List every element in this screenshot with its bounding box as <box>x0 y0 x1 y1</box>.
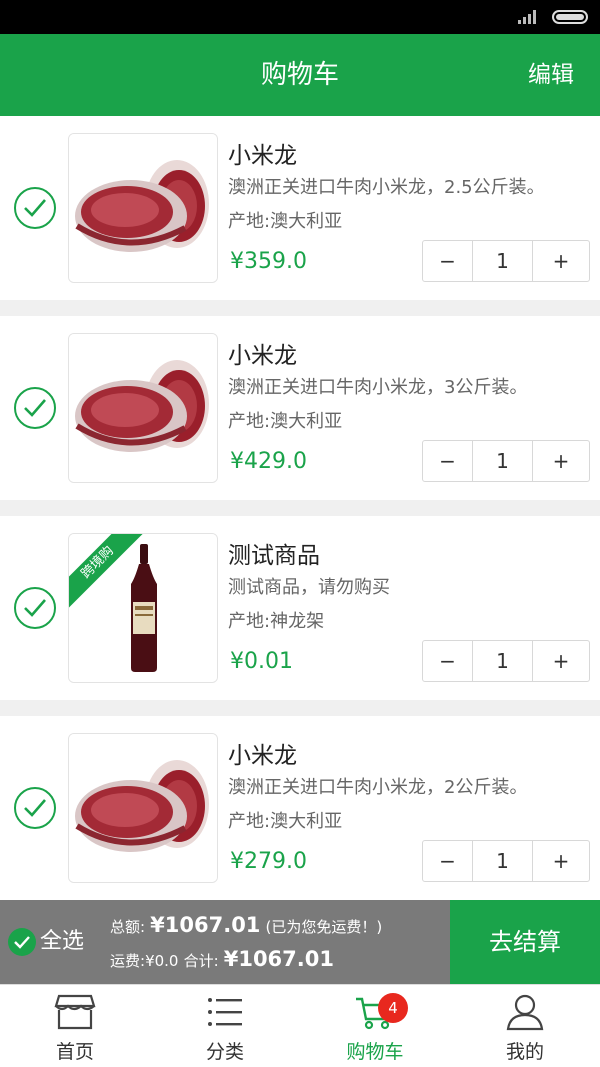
product-image-beef[interactable] <box>68 733 218 883</box>
product-name: 小米龙 <box>228 143 297 169</box>
signal-icon <box>518 10 540 24</box>
quantity-value[interactable]: 1 <box>473 641 533 681</box>
item-checkbox[interactable] <box>14 187 56 229</box>
product-image-beef[interactable] <box>68 133 218 283</box>
tab-category[interactable]: 分类 <box>150 985 300 1067</box>
quantity-stepper: − 1 + <box>422 840 590 882</box>
cart-item: 小米龙 澳洲正关进口牛肉小米龙，2公斤装。 产地:澳大利亚 ¥279.0 − 1… <box>0 716 600 900</box>
product-image-wine[interactable]: 跨境购 <box>68 533 218 683</box>
store-icon <box>54 993 96 1031</box>
tab-cart[interactable]: 4 购物车 <box>300 985 450 1067</box>
page-title: 购物车 <box>260 60 339 90</box>
battery-icon <box>552 10 588 24</box>
increase-button[interactable]: + <box>533 641 589 681</box>
checkout-button[interactable]: 去结算 <box>450 900 600 984</box>
shipping-label: 运费: <box>110 952 146 970</box>
product-name: 小米龙 <box>228 343 297 369</box>
total-value: ¥1067.01 <box>150 913 261 937</box>
select-all-checkbox[interactable]: 全选 <box>8 926 98 958</box>
quantity-value[interactable]: 1 <box>473 841 533 881</box>
product-origin: 产地:澳大利亚 <box>228 411 343 432</box>
sum-value: ¥1067.01 <box>223 947 334 971</box>
item-checkbox[interactable] <box>14 387 56 429</box>
cart-item: 跨境购 测试商品 测试商品，请勿购买 产地:神龙架 ¥0.01 − 1 + <box>0 516 600 700</box>
increase-button[interactable]: + <box>533 841 589 881</box>
increase-button[interactable]: + <box>533 441 589 481</box>
product-description: 测试商品，请勿购买 <box>228 577 390 598</box>
bottom-tab-bar: 首页 分类 4 购物车 我的 <box>0 984 600 1067</box>
edit-button[interactable]: 编辑 <box>528 34 574 116</box>
quantity-value[interactable]: 1 <box>473 441 533 481</box>
product-description: 澳洲正关进口牛肉小米龙，2公斤装。 <box>228 777 528 798</box>
cart-item: 小米龙 澳洲正关进口牛肉小米龙，3公斤装。 产地:澳大利亚 ¥429.0 − 1… <box>0 316 600 500</box>
product-description: 澳洲正关进口牛肉小米龙，3公斤装。 <box>228 377 528 398</box>
quantity-stepper: − 1 + <box>422 640 590 682</box>
cart-item: 小米龙 澳洲正关进口牛肉小米龙，2.5公斤装。 产地:澳大利亚 ¥359.0 −… <box>0 116 600 300</box>
product-origin: 产地:澳大利亚 <box>228 211 343 232</box>
item-checkbox[interactable] <box>14 787 56 829</box>
total-label: 总额: <box>110 918 146 936</box>
product-description: 澳洲正关进口牛肉小米龙，2.5公斤装。 <box>228 177 545 198</box>
product-origin: 产地:神龙架 <box>228 611 325 632</box>
product-price: ¥279.0 <box>230 849 307 874</box>
check-icon <box>8 928 36 956</box>
tab-profile[interactable]: 我的 <box>450 985 600 1067</box>
tab-label: 分类 <box>205 1041 244 1063</box>
order-totals: 总额: ¥1067.01 (已为您免运费！) 运费:¥0.0 合计: ¥1067… <box>110 910 446 976</box>
user-icon <box>504 993 546 1031</box>
product-price: ¥429.0 <box>230 449 307 474</box>
tab-label: 购物车 <box>346 1041 404 1063</box>
decrease-button[interactable]: − <box>423 641 473 681</box>
decrease-button[interactable]: − <box>423 241 473 281</box>
quantity-value[interactable]: 1 <box>473 241 533 281</box>
tab-label: 我的 <box>505 1041 544 1063</box>
tab-home[interactable]: 首页 <box>0 985 150 1067</box>
product-name: 测试商品 <box>228 543 320 569</box>
decrease-button[interactable]: − <box>423 841 473 881</box>
free-shipping-note: (已为您免运费！) <box>265 918 383 936</box>
item-checkbox[interactable] <box>14 587 56 629</box>
product-name: 小米龙 <box>228 743 297 769</box>
shipping-value: ¥0.0 <box>145 952 179 970</box>
cart-count-badge: 4 <box>378 993 408 1023</box>
quantity-stepper: − 1 + <box>422 240 590 282</box>
product-price: ¥359.0 <box>230 249 307 274</box>
app-header: 购物车 编辑 <box>0 34 600 116</box>
select-all-label: 全选 <box>40 929 85 954</box>
cart-list: 小米龙 澳洲正关进口牛肉小米龙，2.5公斤装。 产地:澳大利亚 ¥359.0 −… <box>0 116 600 900</box>
quantity-stepper: − 1 + <box>422 440 590 482</box>
decrease-button[interactable]: − <box>423 441 473 481</box>
product-origin: 产地:澳大利亚 <box>228 811 343 832</box>
product-image-beef[interactable] <box>68 333 218 483</box>
sum-label: 合计: <box>183 952 219 970</box>
list-icon <box>204 993 246 1031</box>
status-bar <box>0 0 600 34</box>
product-price: ¥0.01 <box>230 649 293 674</box>
tab-label: 首页 <box>55 1041 94 1063</box>
increase-button[interactable]: + <box>533 241 589 281</box>
